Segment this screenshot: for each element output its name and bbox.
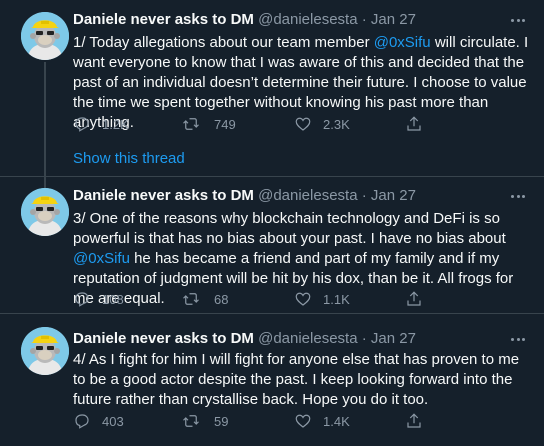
tweet-text-part: 4/ As I fight for him I will fight for a… bbox=[73, 351, 520, 408]
retweet-count: 59 bbox=[214, 413, 229, 429]
author-handle[interactable]: @danielesesta bbox=[258, 330, 357, 347]
author-name[interactable]: Daniele never asks to DM bbox=[73, 11, 254, 28]
separator: · bbox=[361, 11, 367, 28]
heart-icon bbox=[295, 292, 311, 306]
more-icon[interactable] bbox=[508, 187, 528, 205]
heart-icon bbox=[295, 414, 311, 428]
separator: · bbox=[361, 330, 367, 347]
tweet-date[interactable]: Jan 27 bbox=[371, 187, 416, 204]
author-handle[interactable]: @danielesesta bbox=[258, 187, 357, 204]
show-thread-link[interactable]: Show this thread bbox=[73, 149, 185, 169]
reply-icon bbox=[75, 414, 89, 429]
thread-line bbox=[44, 62, 46, 194]
author-name[interactable]: Daniele never asks to DM bbox=[73, 330, 254, 347]
reply-icon bbox=[75, 292, 89, 307]
like-count: 1.1K bbox=[323, 291, 350, 307]
like-button[interactable]: 1.4K bbox=[294, 411, 350, 431]
retweet-count: 749 bbox=[214, 116, 236, 132]
reply-count: 1.2K bbox=[102, 116, 129, 132]
author-name[interactable]: Daniele never asks to DM bbox=[73, 187, 254, 204]
mention-link[interactable]: @0xSifu bbox=[73, 250, 130, 267]
retweet-button[interactable]: 749 bbox=[182, 114, 236, 134]
retweet-icon bbox=[183, 293, 199, 305]
reply-count: 108 bbox=[102, 291, 124, 307]
tweet-text: 4/ As I fight for him I will fight for a… bbox=[73, 350, 531, 410]
tweet-header: Daniele never asks to DM @danielesesta ·… bbox=[73, 329, 416, 349]
share-icon bbox=[407, 291, 421, 306]
heart-icon bbox=[295, 117, 311, 131]
separator: · bbox=[361, 187, 367, 204]
share-button[interactable] bbox=[405, 114, 434, 134]
divider bbox=[0, 313, 544, 314]
tweet-date[interactable]: Jan 27 bbox=[371, 11, 416, 28]
reply-button[interactable]: 1.2K bbox=[73, 114, 129, 134]
avatar[interactable] bbox=[21, 327, 69, 375]
avatar[interactable] bbox=[21, 12, 69, 60]
like-button[interactable]: 1.1K bbox=[294, 289, 350, 309]
reply-icon bbox=[75, 117, 89, 132]
divider bbox=[0, 176, 544, 177]
tweet-date[interactable]: Jan 27 bbox=[371, 330, 416, 347]
like-count: 2.3K bbox=[323, 116, 350, 132]
tweet-actions: 1.2K 749 2.3K bbox=[73, 114, 513, 134]
retweet-button[interactable]: 59 bbox=[182, 411, 228, 431]
retweet-button[interactable]: 68 bbox=[182, 289, 228, 309]
tweet-text-part: 3/ One of the reasons why blockchain tec… bbox=[73, 210, 506, 247]
retweet-icon bbox=[183, 415, 199, 427]
like-count: 1.4K bbox=[323, 413, 350, 429]
avatar[interactable] bbox=[21, 188, 69, 236]
retweet-icon bbox=[183, 118, 199, 130]
reply-count: 403 bbox=[102, 413, 124, 429]
more-icon[interactable] bbox=[508, 330, 528, 348]
reply-button[interactable]: 403 bbox=[73, 411, 124, 431]
author-handle[interactable]: @danielesesta bbox=[258, 11, 357, 28]
retweet-count: 68 bbox=[214, 291, 229, 307]
like-button[interactable]: 2.3K bbox=[294, 114, 350, 134]
mention-link[interactable]: @0xSifu bbox=[374, 34, 431, 51]
share-icon bbox=[407, 116, 421, 131]
share-button[interactable] bbox=[405, 411, 434, 431]
more-icon[interactable] bbox=[508, 11, 528, 29]
reply-button[interactable]: 108 bbox=[73, 289, 124, 309]
tweet-header: Daniele never asks to DM @danielesesta ·… bbox=[73, 10, 416, 30]
tweet-text-part: 1/ Today allegations about our team memb… bbox=[73, 34, 374, 51]
share-button[interactable] bbox=[405, 289, 434, 309]
tweet-actions: 403 59 1.4K bbox=[73, 411, 513, 431]
share-icon bbox=[407, 413, 421, 428]
tweet-header: Daniele never asks to DM @danielesesta ·… bbox=[73, 186, 416, 206]
tweet-actions: 108 68 1.1K bbox=[73, 289, 513, 309]
